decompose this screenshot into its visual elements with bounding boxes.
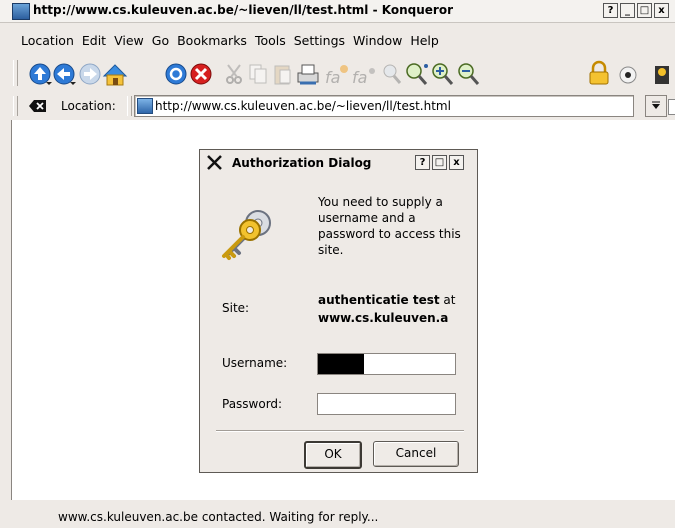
dialog-title: Authorization Dialog [232,156,372,170]
dialog-message: You need to supply a username and a pass… [318,195,461,257]
username-redacted [318,354,364,374]
window-buttons: ? _ □ x [603,3,669,18]
clear-location-icon[interactable] [29,99,47,113]
menu-bookmarks[interactable]: Bookmarks [177,33,247,53]
find-icon[interactable] [383,64,402,84]
status-bar: www.cs.kuleuven.ac.be contacted. Waiting… [0,504,675,528]
location-field-grip[interactable] [127,96,132,116]
dialog-window-buttons: ? □ x [415,155,464,170]
print-icon[interactable] [297,64,319,85]
menu-location[interactable]: Location [21,33,74,53]
menu-view[interactable]: View [114,33,144,53]
site-at: at [443,293,456,307]
cut-icon[interactable] [226,64,242,84]
username-label: Username: [222,356,288,370]
password-label: Password: [222,397,283,411]
menu-settings[interactable]: Settings [294,33,345,53]
location-url-input[interactable]: http://www.cs.kuleuven.ac.be/~lieven/ll/… [134,95,634,117]
site-realm: authenticatie test [318,293,440,307]
konqueror-app-icon[interactable] [12,3,30,20]
location-dropdown-button[interactable] [645,95,667,117]
go-button[interactable] [668,99,675,115]
cancel-button[interactable]: Cancel [373,441,459,467]
svg-text:fa: fa [352,68,367,87]
zoom-in-icon[interactable] [432,63,454,85]
zoom-out-icon[interactable] [458,63,480,85]
location-toolbar-grip[interactable] [13,96,18,116]
menu-tools[interactable]: Tools [255,33,286,53]
menu-edit[interactable]: Edit [82,33,106,53]
menu-help[interactable]: Help [410,33,439,53]
menu-go[interactable]: Go [152,33,169,53]
site-label: Site: [222,301,250,315]
ok-button[interactable]: OK [304,441,362,469]
copy-icon[interactable] [249,64,267,84]
lock-icon[interactable] [589,60,609,85]
increase-font-icon[interactable]: fa [325,65,348,87]
reload-icon[interactable] [165,63,187,85]
title-bar[interactable]: http://www.cs.kuleuven.ac.be/~lieven/ll/… [0,0,675,23]
dialog-separator [216,430,464,432]
site-host: www.cs.kuleuven.a [318,311,449,325]
page-favicon-icon [137,98,153,114]
site-value: authenticatie test at www.cs.kuleuven.a [318,291,455,327]
minimize-button[interactable]: _ [620,3,635,18]
decrease-font-icon[interactable]: fa [352,68,375,87]
location-label: Location: [61,99,116,113]
close-button[interactable]: x [654,3,669,18]
maximize-button[interactable]: □ [637,3,652,18]
security-icon[interactable] [619,66,637,84]
keys-icon [222,210,271,260]
toolbar-icons: fa fa [29,60,669,87]
dialog-help-button[interactable]: ? [415,155,430,170]
password-field[interactable] [317,393,456,415]
stop-icon[interactable] [190,63,212,85]
zoom-icon[interactable] [406,63,428,85]
authorization-dialog: Authorization Dialog ? □ x You need to s… [199,149,478,473]
x-window-icon[interactable] [207,155,222,170]
back-icon[interactable] [53,63,76,85]
konqueror-window: http://www.cs.kuleuven.ac.be/~lieven/ll/… [0,0,675,528]
home-icon[interactable] [102,64,128,86]
status-message: www.cs.kuleuven.ac.be contacted. Waiting… [58,510,379,524]
paste-icon[interactable] [274,65,291,85]
dialog-close-button[interactable]: x [449,155,464,170]
main-toolbar: fa fa [0,57,675,91]
window-title: http://www.cs.kuleuven.ac.be/~lieven/ll/… [33,3,453,17]
help-button[interactable]: ? [603,3,618,18]
menu-window[interactable]: Window [353,33,402,53]
svg-text:fa: fa [325,68,340,87]
dialog-maximize-button[interactable]: □ [432,155,447,170]
chevron-down-icon [652,101,660,109]
dialog-title-bar[interactable]: Authorization Dialog ? □ x [200,150,477,174]
forward-icon[interactable] [79,63,101,85]
up-icon[interactable] [29,63,52,85]
settings-icon[interactable] [655,66,669,84]
username-field[interactable] [317,353,456,375]
menu-bar: Location Edit View Go Bookmarks Tools Se… [0,33,447,53]
location-toolbar: Location: http://www.cs.kuleuven.ac.be/~… [0,91,675,119]
location-url-text: http://www.cs.kuleuven.ac.be/~lieven/ll/… [155,99,451,113]
